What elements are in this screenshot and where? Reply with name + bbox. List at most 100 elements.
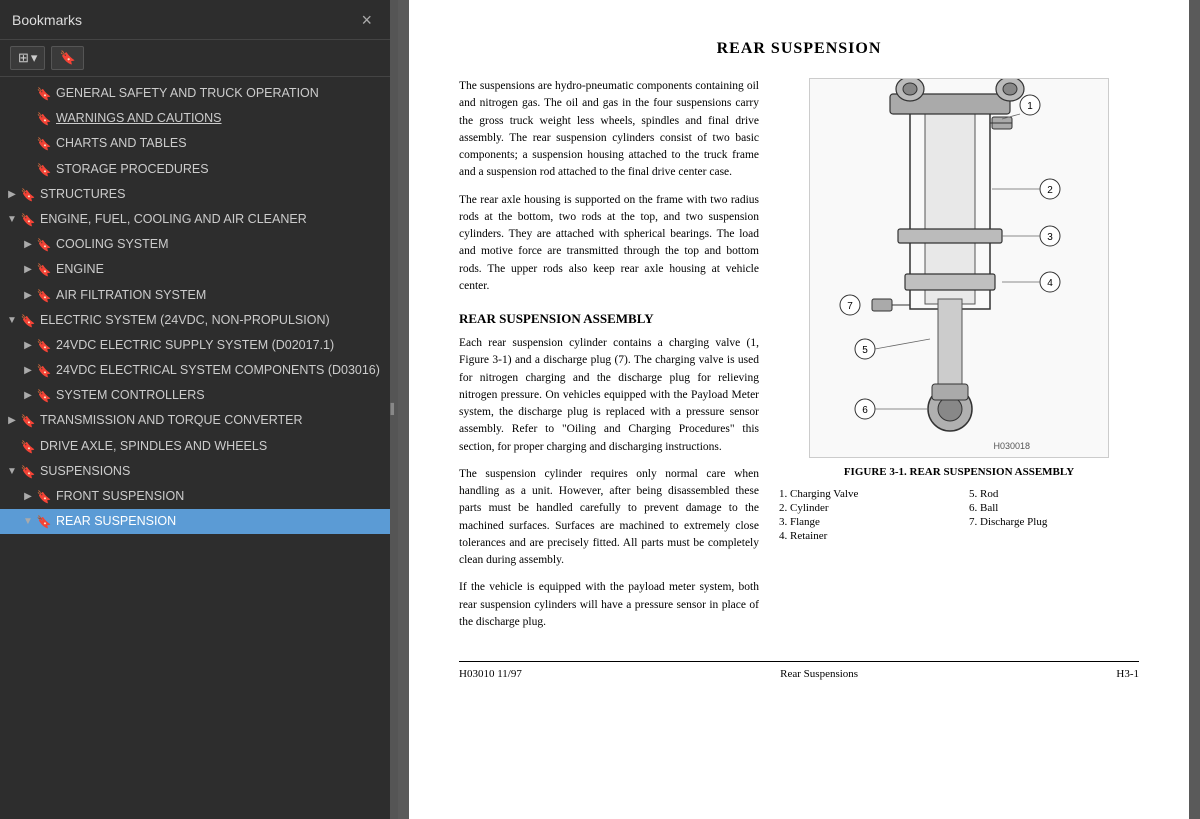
- collapse-arrow-icon: ▼: [4, 465, 20, 479]
- svg-text:4: 4: [1047, 278, 1053, 289]
- part-item: 4. Retainer: [779, 530, 949, 542]
- sidebar-item-rear-suspension[interactable]: ▼ 🔖 REAR SUSPENSION: [0, 509, 390, 534]
- sidebar-item-label: STORAGE PROCEDURES: [56, 161, 382, 178]
- svg-text:5: 5: [862, 345, 868, 356]
- sidebar-item-transmission[interactable]: ▶ 🔖 TRANSMISSION AND TORQUE CONVERTER: [0, 408, 390, 433]
- bookmark-icon: 🔖: [36, 338, 52, 354]
- sidebar-item-structures[interactable]: ▶ 🔖 STRUCTURES: [0, 182, 390, 207]
- sidebar-item-label: SUSPENSIONS: [40, 463, 382, 480]
- sidebar-item-label: WARNINGS AND CAUTIONS: [56, 110, 382, 127]
- svg-text:2: 2: [1047, 185, 1053, 196]
- sidebar-item-label: ENGINE, FUEL, COOLING AND AIR CLEANER: [40, 211, 382, 228]
- bookmark-icon: 🔖: [20, 212, 36, 228]
- svg-text:H030018: H030018: [993, 441, 1030, 451]
- page-container: REAR SUSPENSION The suspensions are hydr…: [409, 0, 1189, 819]
- figure-diagram: 1 2 3 4 5: [809, 78, 1109, 458]
- collapse-arrow-icon: ▼: [4, 213, 20, 227]
- collapse-arrow-icon: ▼: [4, 314, 20, 328]
- sidebar-item-label: CHARTS AND TABLES: [56, 135, 382, 152]
- sidebar: Bookmarks × ⊞ ▾ 🔖 🔖 GENERAL SAFETY AND T…: [0, 0, 390, 819]
- intro-paragraph-2: The rear axle housing is supported on th…: [459, 192, 759, 296]
- sidebar-item-label: 24VDC ELECTRIC SUPPLY SYSTEM (D02017.1): [56, 337, 382, 354]
- sidebar-item-storage[interactable]: 🔖 STORAGE PROCEDURES: [0, 157, 390, 182]
- sidebar-item-label: STRUCTURES: [40, 186, 382, 203]
- sidebar-item-label: 24VDC ELECTRICAL SYSTEM COMPONENTS (D030…: [56, 362, 382, 379]
- sidebar-item-24vdc-components[interactable]: ▶ 🔖 24VDC ELECTRICAL SYSTEM COMPONENTS (…: [0, 358, 390, 383]
- sidebar-item-cooling[interactable]: ▶ 🔖 COOLING SYSTEM: [0, 232, 390, 257]
- parts-list: 1. Charging Valve 5. Rod 2. Cylinder 6. …: [779, 488, 1139, 542]
- content-wrapper: The suspensions are hydro-pneumatic comp…: [459, 78, 1139, 641]
- footer-left: H03010 11/97: [459, 668, 522, 680]
- sidebar-toolbar: ⊞ ▾ 🔖: [0, 40, 390, 77]
- sidebar-item-24vdc-supply[interactable]: ▶ 🔖 24VDC ELECTRIC SUPPLY SYSTEM (D02017…: [0, 333, 390, 358]
- text-column: The suspensions are hydro-pneumatic comp…: [459, 78, 759, 641]
- svg-text:1: 1: [1027, 101, 1033, 112]
- sidebar-title: Bookmarks: [12, 12, 82, 28]
- sidebar-item-drive-axle[interactable]: 🔖 DRIVE AXLE, SPINDLES AND WHEELS: [0, 434, 390, 459]
- sidebar-item-electric-system[interactable]: ▼ 🔖 ELECTRIC SYSTEM (24VDC, NON-PROPULSI…: [0, 308, 390, 333]
- part-item: 7. Discharge Plug: [969, 516, 1139, 528]
- part-item: 2. Cylinder: [779, 502, 949, 514]
- bookmark-icon: 🔖: [36, 489, 52, 505]
- expand-arrow-icon: ▶: [20, 389, 36, 403]
- assembly-paragraph-2: The suspension cylinder requires only no…: [459, 466, 759, 570]
- intro-paragraph-1: The suspensions are hydro-pneumatic comp…: [459, 78, 759, 182]
- page-footer: H03010 11/97 Rear Suspensions H3-1: [459, 661, 1139, 680]
- sidebar-item-label: ELECTRIC SYSTEM (24VDC, NON-PROPULSION): [40, 312, 382, 329]
- bookmark-icon: 🔖: [36, 162, 52, 178]
- sidebar-item-suspensions[interactable]: ▼ 🔖 SUSPENSIONS: [0, 459, 390, 484]
- list-icon: ⊞: [18, 50, 29, 66]
- bookmark-icon: 🔖: [59, 50, 75, 66]
- main-content: REAR SUSPENSION The suspensions are hydr…: [398, 0, 1200, 819]
- sidebar-item-front-suspension[interactable]: ▶ 🔖 FRONT SUSPENSION: [0, 484, 390, 509]
- sidebar-item-system-controllers[interactable]: ▶ 🔖 SYSTEM CONTROLLERS: [0, 383, 390, 408]
- bookmark-icon: 🔖: [36, 288, 52, 304]
- page-title: REAR SUSPENSION: [459, 40, 1139, 58]
- bookmark-icon: 🔖: [36, 86, 52, 102]
- expand-arrow-icon: ▶: [20, 289, 36, 303]
- sidebar-item-label: GENERAL SAFETY AND TRUCK OPERATION: [56, 85, 382, 102]
- part-item: 1. Charging Valve: [779, 488, 949, 500]
- expand-arrow-icon: ▶: [20, 490, 36, 504]
- expand-arrow-icon: ▶: [20, 238, 36, 252]
- bookmark-icon: 🔖: [36, 136, 52, 152]
- sidebar-item-general-safety[interactable]: 🔖 GENERAL SAFETY AND TRUCK OPERATION: [0, 81, 390, 106]
- sidebar-item-engine-fuel[interactable]: ▼ 🔖 ENGINE, FUEL, COOLING AND AIR CLEANE…: [0, 207, 390, 232]
- bookmark-icon: 🔖: [20, 464, 36, 480]
- sidebar-item-label: ENGINE: [56, 261, 382, 278]
- sidebar-item-label: COOLING SYSTEM: [56, 236, 382, 253]
- figure-caption: FIGURE 3-1. REAR SUSPENSION ASSEMBLY: [844, 466, 1074, 478]
- figure-column: 1 2 3 4 5: [779, 78, 1139, 641]
- part-item: 3. Flange: [779, 516, 949, 528]
- bookmark-icon: 🔖: [36, 262, 52, 278]
- assembly-paragraph-1: Each rear suspension cylinder contains a…: [459, 335, 759, 456]
- bookmark-icon: 🔖: [36, 363, 52, 379]
- expand-arrow-icon: ▶: [20, 263, 36, 277]
- part-item: 5. Rod: [969, 488, 1139, 500]
- bookmark-icon: 🔖: [20, 413, 36, 429]
- bookmark-icon: 🔖: [36, 111, 52, 127]
- svg-text:3: 3: [1047, 232, 1053, 243]
- sidebar-item-label: TRANSMISSION AND TORQUE CONVERTER: [40, 412, 382, 429]
- view-dropdown-button[interactable]: ⊞ ▾: [10, 46, 45, 70]
- expand-arrow-icon: ▶: [20, 339, 36, 353]
- sidebar-item-label: SYSTEM CONTROLLERS: [56, 387, 382, 404]
- dropdown-arrow-icon: ▾: [31, 50, 38, 66]
- bookmark-icon: 🔖: [20, 313, 36, 329]
- resize-divider[interactable]: ▌: [390, 0, 398, 819]
- bookmark-button[interactable]: 🔖: [51, 46, 83, 70]
- bookmark-icon: 🔖: [20, 439, 36, 455]
- sidebar-item-label: DRIVE AXLE, SPINDLES AND WHEELS: [40, 438, 382, 455]
- expand-arrow-icon: ▶: [4, 414, 20, 428]
- close-button[interactable]: ×: [355, 9, 378, 31]
- svg-text:7: 7: [847, 301, 853, 312]
- bookmark-icon: 🔖: [36, 237, 52, 253]
- sidebar-item-air-filtration[interactable]: ▶ 🔖 AIR FILTRATION SYSTEM: [0, 283, 390, 308]
- footer-right: H3-1: [1116, 668, 1139, 680]
- footer-center: Rear Suspensions: [780, 668, 858, 680]
- sidebar-item-charts[interactable]: 🔖 CHARTS AND TABLES: [0, 131, 390, 156]
- sidebar-item-warnings[interactable]: 🔖 WARNINGS AND CAUTIONS: [0, 106, 390, 131]
- sidebar-item-engine[interactable]: ▶ 🔖 ENGINE: [0, 257, 390, 282]
- part-item: [969, 530, 1139, 542]
- sidebar-item-label: AIR FILTRATION SYSTEM: [56, 287, 382, 304]
